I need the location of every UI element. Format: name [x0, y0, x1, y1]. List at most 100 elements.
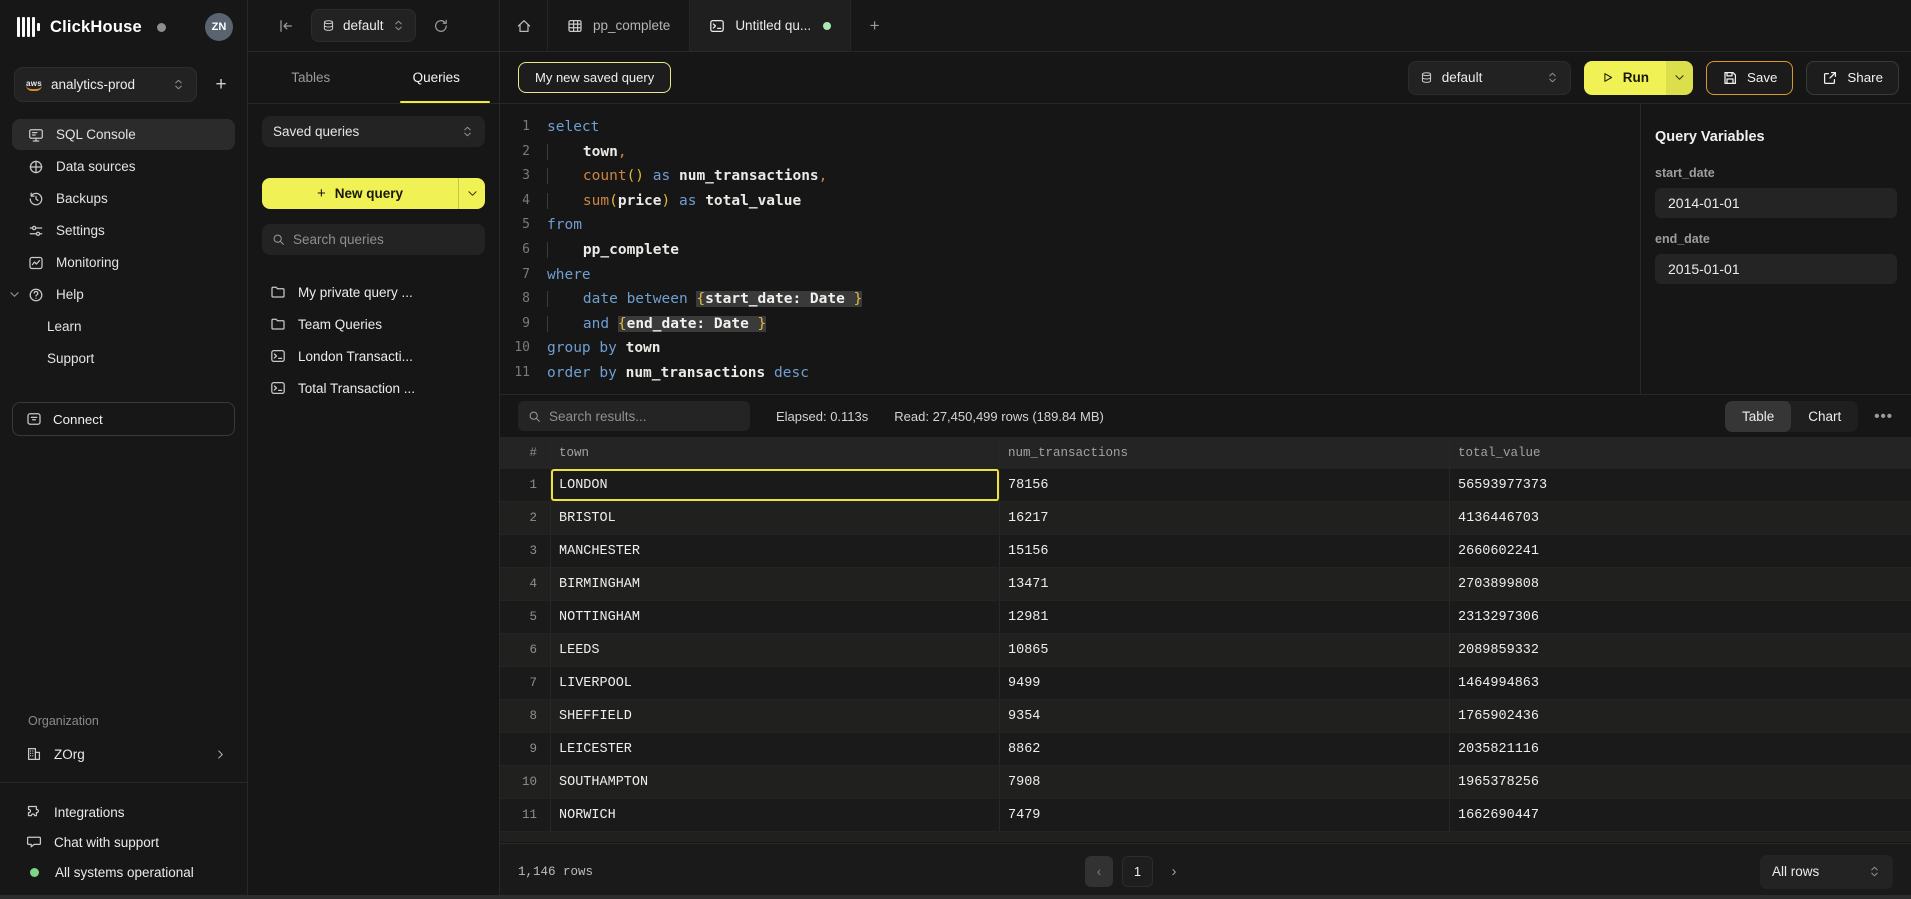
view-chart-button[interactable]: Chart — [1791, 401, 1858, 432]
cell-total-value[interactable]: 4136446703 — [1450, 502, 1911, 534]
results-search-input[interactable] — [549, 409, 740, 424]
saved-query-item-team-queries[interactable]: Team Queries — [262, 308, 485, 340]
refresh-icon[interactable] — [433, 18, 449, 34]
cell-num-transactions[interactable]: 15156 — [1000, 535, 1450, 567]
add-service-button[interactable]: + — [209, 74, 233, 96]
cell-row-number[interactable]: 3 — [500, 535, 551, 567]
page-number[interactable]: 1 — [1122, 856, 1153, 887]
cell-num-transactions[interactable]: 9354 — [1000, 700, 1450, 732]
sidebar-item-learn[interactable]: Learn — [12, 311, 235, 342]
cell-row-number[interactable]: 2 — [500, 502, 551, 534]
editor-line[interactable]: 5from — [500, 213, 1640, 238]
sidebar-item-settings[interactable]: Settings — [12, 215, 235, 246]
editor-line[interactable]: 9 and {end_date: Date } — [500, 312, 1640, 337]
sidebar-item-monitoring[interactable]: Monitoring — [12, 247, 235, 278]
cell-total-value[interactable]: 1464994863 — [1450, 667, 1911, 699]
cell-total-value[interactable]: 2089859332 — [1450, 634, 1911, 666]
column-header-num-transactions[interactable]: num_transactions — [1000, 437, 1450, 469]
cell-total-value[interactable]: 2035821116 — [1450, 733, 1911, 765]
editor-line[interactable]: 10group by town — [500, 336, 1640, 361]
cell-row-number[interactable]: 6 — [500, 634, 551, 666]
save-button[interactable]: Save — [1706, 61, 1793, 95]
cell-total-value[interactable]: 2660602241 — [1450, 535, 1911, 567]
cell-row-number[interactable]: 7 — [500, 667, 551, 699]
service-select[interactable]: aws analytics-prod — [14, 67, 197, 102]
query-search-input[interactable] — [293, 232, 475, 247]
cell-num-transactions[interactable]: 13471 — [1000, 568, 1450, 600]
tab-pp-complete[interactable]: pp_complete — [547, 0, 689, 51]
new-tab-button[interactable]: + — [851, 0, 898, 51]
run-button[interactable]: Run — [1584, 61, 1666, 95]
tab-queries[interactable]: Queries — [374, 52, 500, 103]
home-button[interactable] — [500, 0, 547, 51]
new-query-button[interactable]: + New query — [262, 185, 458, 202]
cell-num-transactions[interactable]: 8862 — [1000, 733, 1450, 765]
page-size-select[interactable]: All rows — [1760, 855, 1893, 889]
cell-num-transactions[interactable]: 9499 — [1000, 667, 1450, 699]
cell-total-value[interactable]: 1965378256 — [1450, 766, 1911, 798]
cell-row-number[interactable]: 8 — [500, 700, 551, 732]
cell-row-number[interactable]: 1 — [500, 469, 551, 501]
cell-total-value[interactable]: 1662690447 — [1450, 799, 1911, 831]
editor-line[interactable]: 7where — [500, 263, 1640, 288]
share-button[interactable]: Share — [1806, 61, 1899, 95]
cell-num-transactions[interactable]: 78156 — [1000, 469, 1450, 501]
cell-total-value[interactable]: 56593977373 — [1450, 469, 1911, 501]
cell-row-number[interactable]: 10 — [500, 766, 551, 798]
cell-num-transactions[interactable]: 10865 — [1000, 634, 1450, 666]
tab-untitled-query[interactable]: Untitled qu... — [689, 0, 851, 51]
sidebar-item-data-sources[interactable]: Data sources — [12, 151, 235, 182]
sidebar-item-support[interactable]: Support — [12, 343, 235, 374]
cell-town[interactable]: SOUTHAMPTON — [551, 766, 1000, 798]
more-options-button[interactable]: ••• — [1874, 408, 1893, 425]
system-status[interactable]: All systems operational — [0, 857, 247, 887]
topbar-database-select[interactable]: default — [311, 9, 416, 42]
run-database-select[interactable]: default — [1408, 61, 1571, 95]
cell-town[interactable]: MANCHESTER — [551, 535, 1000, 567]
cell-town[interactable]: LEICESTER — [551, 733, 1000, 765]
cell-total-value[interactable]: 2703899808 — [1450, 568, 1911, 600]
sidebar-item-help[interactable]: Help — [12, 279, 235, 310]
cell-town[interactable]: LIVERPOOL — [551, 667, 1000, 699]
sidebar-item-integrations[interactable]: Integrations — [0, 797, 247, 827]
cell-row-number[interactable]: 9 — [500, 733, 551, 765]
cell-town[interactable]: LEEDS — [551, 634, 1000, 666]
variable-input-end-date[interactable] — [1655, 254, 1897, 284]
view-table-button[interactable]: Table — [1725, 401, 1791, 432]
editor-line[interactable]: 2 town, — [500, 140, 1640, 165]
saved-query-item-total-transaction[interactable]: Total Transaction ... — [262, 372, 485, 404]
saved-queries-select[interactable]: Saved queries — [262, 116, 485, 147]
user-avatar[interactable]: ZN — [205, 13, 233, 41]
cell-row-number[interactable]: 5 — [500, 601, 551, 633]
cell-total-value[interactable]: 1765902436 — [1450, 700, 1911, 732]
cell-town[interactable]: BRISTOL — [551, 502, 1000, 534]
sql-editor[interactable]: 1select2 town,3 count() as num_transacti… — [500, 104, 1640, 394]
prev-page-button[interactable]: ‹ — [1085, 856, 1113, 887]
connect-button[interactable]: Connect — [12, 402, 235, 436]
variable-input-start-date[interactable] — [1655, 188, 1897, 218]
column-header-town[interactable]: town — [551, 437, 1000, 469]
cell-num-transactions[interactable]: 7479 — [1000, 799, 1450, 831]
saved-query-item-my-private-query[interactable]: My private query ... — [262, 276, 485, 308]
editor-line[interactable]: 4 sum(price) as total_value — [500, 189, 1640, 214]
next-page-button[interactable]: › — [1162, 863, 1186, 880]
cell-total-value[interactable]: 2313297306 — [1450, 601, 1911, 633]
cell-num-transactions[interactable]: 7908 — [1000, 766, 1450, 798]
cell-row-number[interactable]: 4 — [500, 568, 551, 600]
run-options-button[interactable] — [1666, 61, 1693, 95]
cell-row-number[interactable]: 11 — [500, 799, 551, 831]
editor-line[interactable]: 6 pp_complete — [500, 238, 1640, 263]
column-header-row-number[interactable]: # — [500, 437, 551, 469]
cell-num-transactions[interactable]: 12981 — [1000, 601, 1450, 633]
cell-town[interactable]: BIRMINGHAM — [551, 568, 1000, 600]
editor-line[interactable]: 11order by num_transactions desc — [500, 361, 1640, 386]
cell-num-transactions[interactable]: 16217 — [1000, 502, 1450, 534]
new-query-options-button[interactable] — [458, 178, 485, 209]
editor-line[interactable]: 8 date between {start_date: Date } — [500, 287, 1640, 312]
editor-line[interactable]: 3 count() as num_transactions, — [500, 164, 1640, 189]
collapse-sidebar-icon[interactable] — [278, 18, 294, 34]
column-header-total-value[interactable]: total_value — [1450, 437, 1911, 469]
sidebar-item-chat-with-support[interactable]: Chat with support — [0, 827, 247, 857]
sidebar-item-backups[interactable]: Backups — [12, 183, 235, 214]
editor-line[interactable]: 1select — [500, 115, 1640, 140]
